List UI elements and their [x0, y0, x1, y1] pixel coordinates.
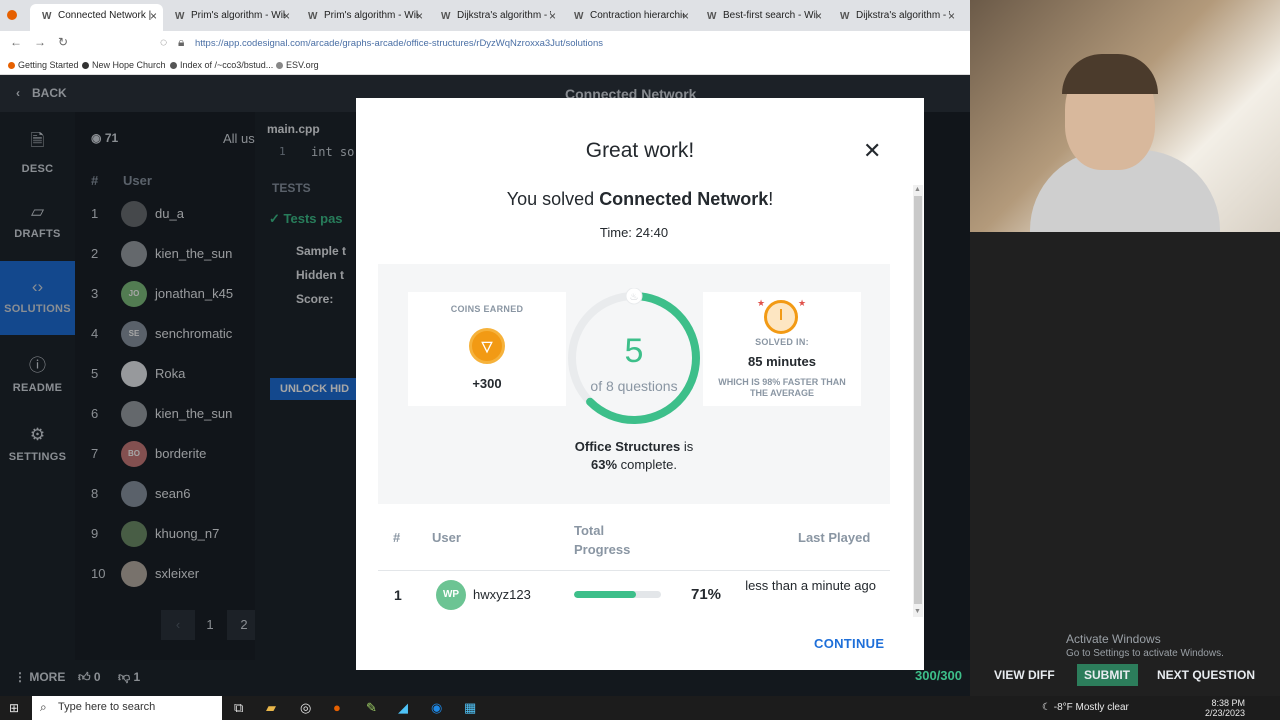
close-tab-icon[interactable]: × — [416, 9, 423, 23]
close-tab-icon[interactable]: × — [283, 9, 290, 23]
star-icon: ★ — [757, 298, 766, 308]
task-view-icon[interactable]: ⧉ — [234, 700, 243, 716]
webcam-overlay — [970, 0, 1280, 232]
table-divider — [378, 570, 890, 571]
close-tab-icon[interactable]: × — [549, 9, 556, 23]
close-icon[interactable]: ✕ — [863, 138, 881, 164]
modal-title: Great work! — [585, 139, 695, 162]
close-tab-icon[interactable]: × — [948, 9, 955, 23]
edge-icon[interactable]: ◉ — [431, 700, 442, 716]
taskbar-search-input[interactable]: ⌕ Type here to search — [32, 696, 222, 720]
row-progress-bar — [574, 591, 661, 598]
faster-than-average: WHICH IS 98% FASTER THAN THE AVERAGE — [718, 377, 846, 398]
arcade-completion: Office Structures is 63% complete. — [574, 439, 694, 472]
activate-windows-subtitle: Go to Settings to activate Windows. — [1066, 648, 1224, 659]
view-diff-button[interactable]: VIEW DIFF — [994, 668, 1055, 682]
app-icon[interactable]: ✎ — [366, 700, 377, 716]
wikipedia-favicon-icon: W — [574, 11, 584, 22]
close-tab-icon[interactable]: × — [682, 9, 689, 23]
scroll-up-icon[interactable]: ▲ — [914, 186, 921, 193]
app-icon[interactable]: ◢ — [398, 700, 408, 716]
row-last-played: less than a minute ago — [745, 578, 876, 593]
row-username[interactable]: hwxyz123 — [473, 587, 531, 602]
coin-icon: ▽ — [469, 328, 505, 364]
column-header-rank: # — [393, 530, 401, 545]
codesignal-favicon-icon: W — [42, 11, 52, 22]
modal-scrollbar-thumb[interactable] — [914, 196, 922, 604]
browser-tab[interactable]: W Dijkstra's algorithm - Wikip × — [429, 4, 562, 31]
globe-icon — [82, 62, 89, 69]
solved-in-caption: SOLVED IN: — [755, 337, 809, 347]
browser-tab[interactable]: W Contraction hierarchies - W × — [562, 4, 695, 31]
windows-taskbar: ⊞ ⌕ Type here to search ⧉ ▰ ◎ ● ✎ ◢ ◉ ▦ … — [0, 696, 1280, 720]
column-header-total-progress: Total Progress — [574, 523, 631, 557]
file-explorer-icon[interactable]: ▰ — [266, 700, 276, 716]
coins-value: +300 — [472, 376, 502, 391]
wikipedia-favicon-icon: W — [840, 11, 850, 22]
stopwatch-icon — [764, 300, 798, 334]
close-tab-icon[interactable]: × — [150, 9, 157, 23]
wikipedia-favicon-icon: W — [308, 11, 318, 22]
firefox-bookmark-icon — [8, 62, 15, 69]
weather-widget[interactable]: ☾ -8°F Mostly clear — [1042, 702, 1129, 713]
lock-icon[interactable]: 🔒︎ — [178, 35, 184, 50]
coins-caption: COINS EARNED — [450, 304, 524, 314]
search-icon: ⌕ — [40, 700, 47, 714]
solved-message: You solved Connected Network! — [506, 189, 774, 209]
coins-card: COINS EARNED ▽ +300 — [408, 292, 566, 406]
navigation-bar: ← → ↻ ◌ 🔒︎ https://app.codesignal.com/ar… — [0, 31, 970, 55]
avatar: WP — [436, 580, 466, 610]
success-modal: Great work! ✕ You solved Connected Netwo… — [356, 98, 924, 670]
browser-tab[interactable]: W Best-first search - Wikipedia × — [695, 4, 828, 31]
questions-done: 5 — [624, 332, 644, 370]
column-header-last-played: Last Played — [798, 530, 871, 545]
firefox-taskbar-icon[interactable]: ● — [333, 700, 341, 715]
address-bar[interactable]: https://app.codesignal.com/arcade/graphs… — [195, 38, 603, 49]
tab-bar: W Connected Network | Code × W Prim's al… — [0, 0, 970, 31]
score-display: 300/300 — [915, 668, 962, 683]
solve-time: Time: 24:40 — [599, 225, 669, 240]
questions-total: of 8 questions — [590, 378, 678, 394]
column-header-user: User — [432, 530, 461, 545]
continue-button[interactable]: CONTINUE — [814, 636, 884, 651]
back-arrow-icon[interactable]: ← — [10, 35, 22, 49]
wikipedia-favicon-icon: W — [175, 11, 185, 22]
scroll-down-icon[interactable]: ▼ — [914, 608, 921, 615]
reload-icon[interactable]: ↻ — [58, 35, 68, 49]
close-tab-icon[interactable]: × — [815, 9, 822, 23]
moon-icon: ☾ — [1042, 702, 1054, 713]
browser-tab[interactable]: W Prim's algorithm - Wikiped × — [296, 4, 429, 31]
bookmarks-bar: Getting Started New Hope Church Index of… — [0, 55, 970, 75]
row-progress-percent: 71% — [691, 586, 722, 603]
browser-tab[interactable]: W Prim's algorithm - Wikiped × — [163, 4, 296, 31]
submit-button[interactable]: SUBMIT — [1084, 668, 1130, 682]
folder-icon — [170, 62, 177, 69]
solved-in-card: ★ ★ SOLVED IN: 85 minutes WHICH IS 98% F… — [703, 292, 861, 406]
taskbar-clock[interactable]: 8:38 PM 2/23/2023 — [1205, 698, 1245, 718]
calculator-icon[interactable]: ▦ — [464, 700, 476, 716]
forward-arrow-icon[interactable]: → — [34, 35, 46, 49]
firefox-icon — [7, 10, 17, 20]
flame-icon: ♨ — [630, 292, 639, 303]
row-progress-fill — [574, 591, 636, 598]
star-icon: ★ — [798, 298, 807, 308]
bookmark-new-hope-church[interactable]: New Hope Church — [82, 60, 166, 70]
next-question-button[interactable]: NEXT QUESTION — [1157, 668, 1255, 682]
page-icon — [276, 62, 283, 69]
browser-tab-active[interactable]: W Connected Network | Code × — [30, 4, 163, 31]
wikipedia-favicon-icon: W — [707, 11, 717, 22]
bookmark-esv[interactable]: ESV.org — [276, 60, 319, 70]
row-rank: 1 — [394, 587, 402, 603]
wikipedia-favicon-icon: W — [441, 11, 451, 22]
bookmark-getting-started[interactable]: Getting Started — [8, 60, 79, 70]
bookmark-index[interactable]: Index of /~cco3/bstud... — [170, 60, 273, 70]
solved-in-value: 85 minutes — [748, 354, 816, 369]
shield-icon[interactable]: ◌ — [160, 35, 167, 49]
windows-start-icon[interactable]: ⊞ — [9, 701, 19, 715]
webcam-person-hat — [1062, 54, 1158, 94]
stats-panel: COINS EARNED ▽ +300 ♨ 5 of 8 questions ★… — [378, 264, 890, 504]
obs-icon[interactable]: ◎ — [300, 700, 311, 716]
browser-tab[interactable]: W Dijkstra's algorithm - Wikip × — [828, 4, 961, 31]
activate-windows-title: Activate Windows — [1066, 632, 1161, 646]
